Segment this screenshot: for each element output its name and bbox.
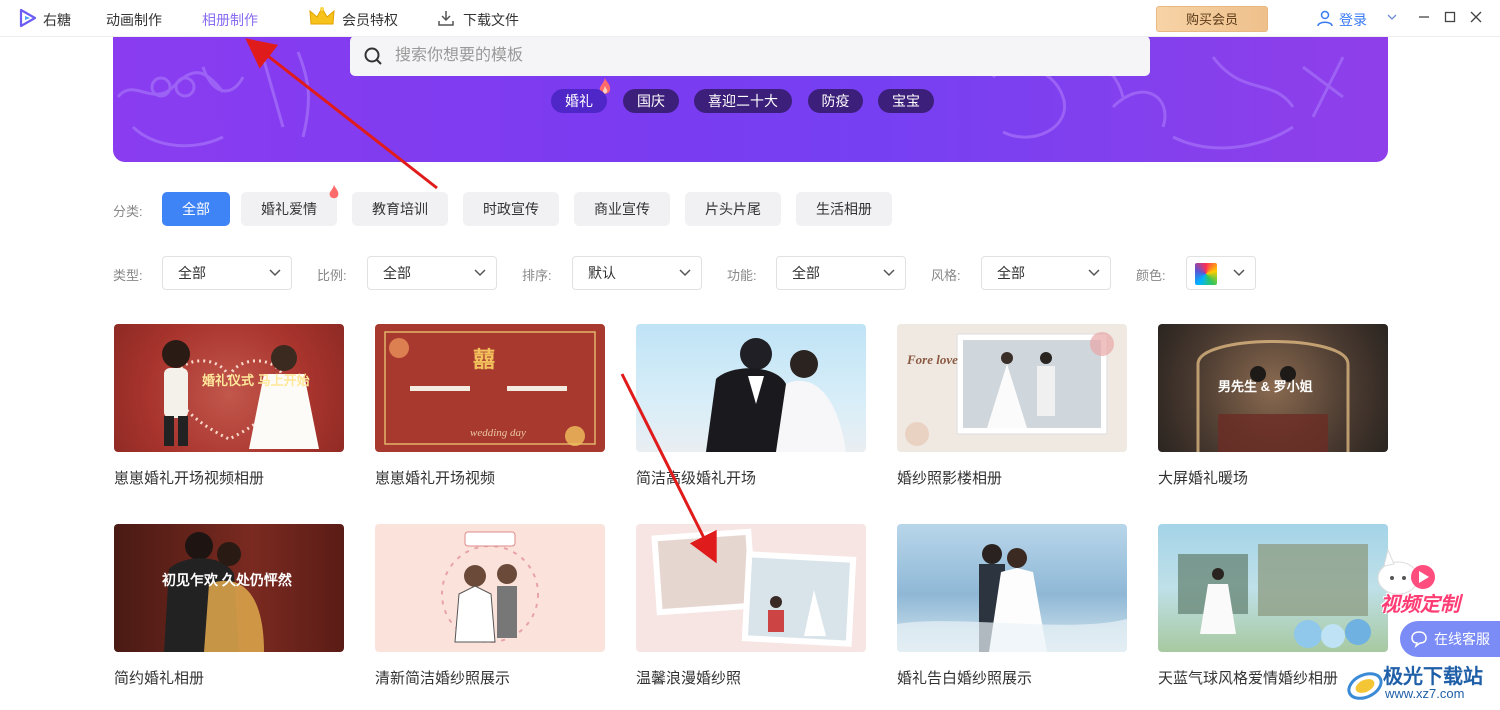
category-life-album[interactable]: 生活相册: [796, 192, 892, 226]
chevron-down-icon: [269, 269, 281, 277]
minimize-icon[interactable]: [1416, 9, 1432, 25]
chevron-down-icon: [1088, 269, 1100, 277]
template-title: 温馨浪漫婚纱照: [636, 670, 742, 687]
search-icon: [364, 47, 382, 65]
site-watermark: 极光下载站 www.xz7.com: [1345, 656, 1500, 710]
hot-flame-icon: [329, 184, 339, 199]
style-select-value: 全部: [997, 265, 1025, 281]
type-select-value: 全部: [178, 265, 206, 281]
user-icon[interactable]: [1316, 9, 1334, 27]
sort-label: 排序:: [522, 268, 552, 283]
sort-select[interactable]: 默认: [572, 256, 702, 290]
watermark-url: www.xz7.com: [1385, 686, 1465, 701]
type-label: 类型:: [113, 268, 143, 283]
template-title: 清新简洁婚纱照展示: [375, 670, 511, 687]
nav-album[interactable]: 相册制作: [202, 10, 258, 30]
online-service-button[interactable]: 在线客服: [1400, 621, 1500, 657]
template-thumbnail: [636, 524, 866, 652]
login-link[interactable]: 登录: [1339, 10, 1367, 30]
hot-tag-national-day[interactable]: 国庆: [623, 89, 679, 113]
category-politics[interactable]: 时政宣传: [463, 192, 559, 226]
video-customize-label: 视频定制: [1380, 594, 1460, 616]
template-thumbnail: wedding day 囍: [375, 324, 605, 452]
template-title: 崽崽婚礼开场视频: [375, 470, 496, 487]
ratio-select[interactable]: 全部: [367, 256, 497, 290]
thumbnail-overlay-text: 婚礼仪式 马上开始: [202, 373, 310, 388]
function-select[interactable]: 全部: [776, 256, 906, 290]
template-title: 婚纱照影楼相册: [897, 470, 1003, 487]
template-title: 大屏婚礼暖场: [1158, 470, 1249, 487]
thumbnail-overlay-text: Fore love: [907, 352, 958, 367]
template-thumbnail: 婚礼仪式 马上开始: [114, 324, 344, 452]
template-thumbnail: [1158, 524, 1388, 652]
watermark-logo-icon: [1347, 672, 1383, 700]
crown-icon: [309, 6, 335, 25]
maximize-icon[interactable]: [1442, 9, 1458, 25]
function-label: 功能:: [727, 268, 757, 283]
template-title: 崽崽婚礼开场视频相册: [114, 470, 265, 487]
app-logo-icon: [19, 8, 37, 28]
svg-text:wedding day: wedding day: [470, 427, 526, 439]
title-bar: 右糖 动画制作 相册制作 会员特权 下载文件 购买会员 登录: [0, 0, 1500, 37]
template-thumbnail: [636, 324, 866, 452]
hot-tag-wedding[interactable]: 婚礼: [551, 89, 607, 113]
online-service-label: 在线客服: [1434, 631, 1490, 647]
close-icon[interactable]: [1468, 9, 1484, 25]
app-name: 右糖: [43, 12, 71, 28]
ratio-select-value: 全部: [383, 265, 411, 281]
dropdown-chevron-icon[interactable]: [1384, 9, 1400, 25]
chat-icon: [1411, 631, 1427, 648]
category-education[interactable]: 教育培训: [352, 192, 448, 226]
download-icon: [438, 11, 454, 26]
chevron-down-icon: [1233, 269, 1245, 277]
color-select[interactable]: [1186, 256, 1256, 290]
search-box[interactable]: [350, 36, 1150, 76]
sort-select-value: 默认: [588, 265, 616, 281]
chevron-down-icon: [679, 269, 691, 277]
category-wedding-love[interactable]: 婚礼爱情: [241, 192, 337, 226]
style-select[interactable]: 全部: [981, 256, 1111, 290]
thumbnail-overlay-text: 男先生 & 罗小姐: [1218, 379, 1313, 394]
thumbnail-overlay-text: 囍: [473, 347, 496, 372]
search-input[interactable]: [395, 36, 1135, 76]
template-title: 婚礼告白婚纱照展示: [897, 670, 1033, 687]
thumbnail-overlay-text: 初见乍欢 久处仍怦然: [162, 572, 292, 588]
ratio-label: 比例:: [317, 268, 347, 283]
template-title: 简洁高级婚礼开场: [636, 470, 757, 487]
hot-tag-baby[interactable]: 宝宝: [878, 89, 934, 113]
watermark-title: 极光下载站: [1383, 666, 1483, 688]
type-select[interactable]: 全部: [162, 256, 292, 290]
hot-tag-congress[interactable]: 喜迎二十大: [694, 89, 792, 113]
template-title: 天蓝气球风格爱情婚纱相册: [1158, 670, 1339, 687]
chevron-down-icon: [474, 269, 486, 277]
nav-vip[interactable]: 会员特权: [342, 10, 398, 30]
template-thumbnail: [897, 524, 1127, 652]
template-thumbnail: [375, 524, 605, 652]
chevron-down-icon: [883, 269, 895, 277]
color-swatch-icon: [1195, 263, 1217, 285]
hot-tag-epidemic[interactable]: 防疫: [808, 89, 863, 113]
nav-animation[interactable]: 动画制作: [106, 10, 162, 30]
style-label: 风格:: [931, 268, 961, 283]
function-select-value: 全部: [792, 265, 820, 281]
template-thumbnail: 初见乍欢 久处仍怦然: [114, 524, 344, 652]
category-business[interactable]: 商业宣传: [574, 192, 670, 226]
template-title: 简约婚礼相册: [114, 670, 205, 687]
category-intro-outro[interactable]: 片头片尾: [685, 192, 781, 226]
nav-download[interactable]: 下载文件: [463, 10, 519, 30]
buy-vip-button[interactable]: 购买会员: [1156, 6, 1268, 32]
category-label: 分类:: [113, 204, 143, 219]
video-customize-widget[interactable]: 视频定制: [1370, 548, 1500, 618]
category-all[interactable]: 全部: [162, 192, 230, 226]
color-label: 颜色:: [1136, 268, 1166, 283]
template-thumbnail: Fore love: [897, 324, 1127, 452]
template-thumbnail: 男先生 & 罗小姐: [1158, 324, 1388, 452]
